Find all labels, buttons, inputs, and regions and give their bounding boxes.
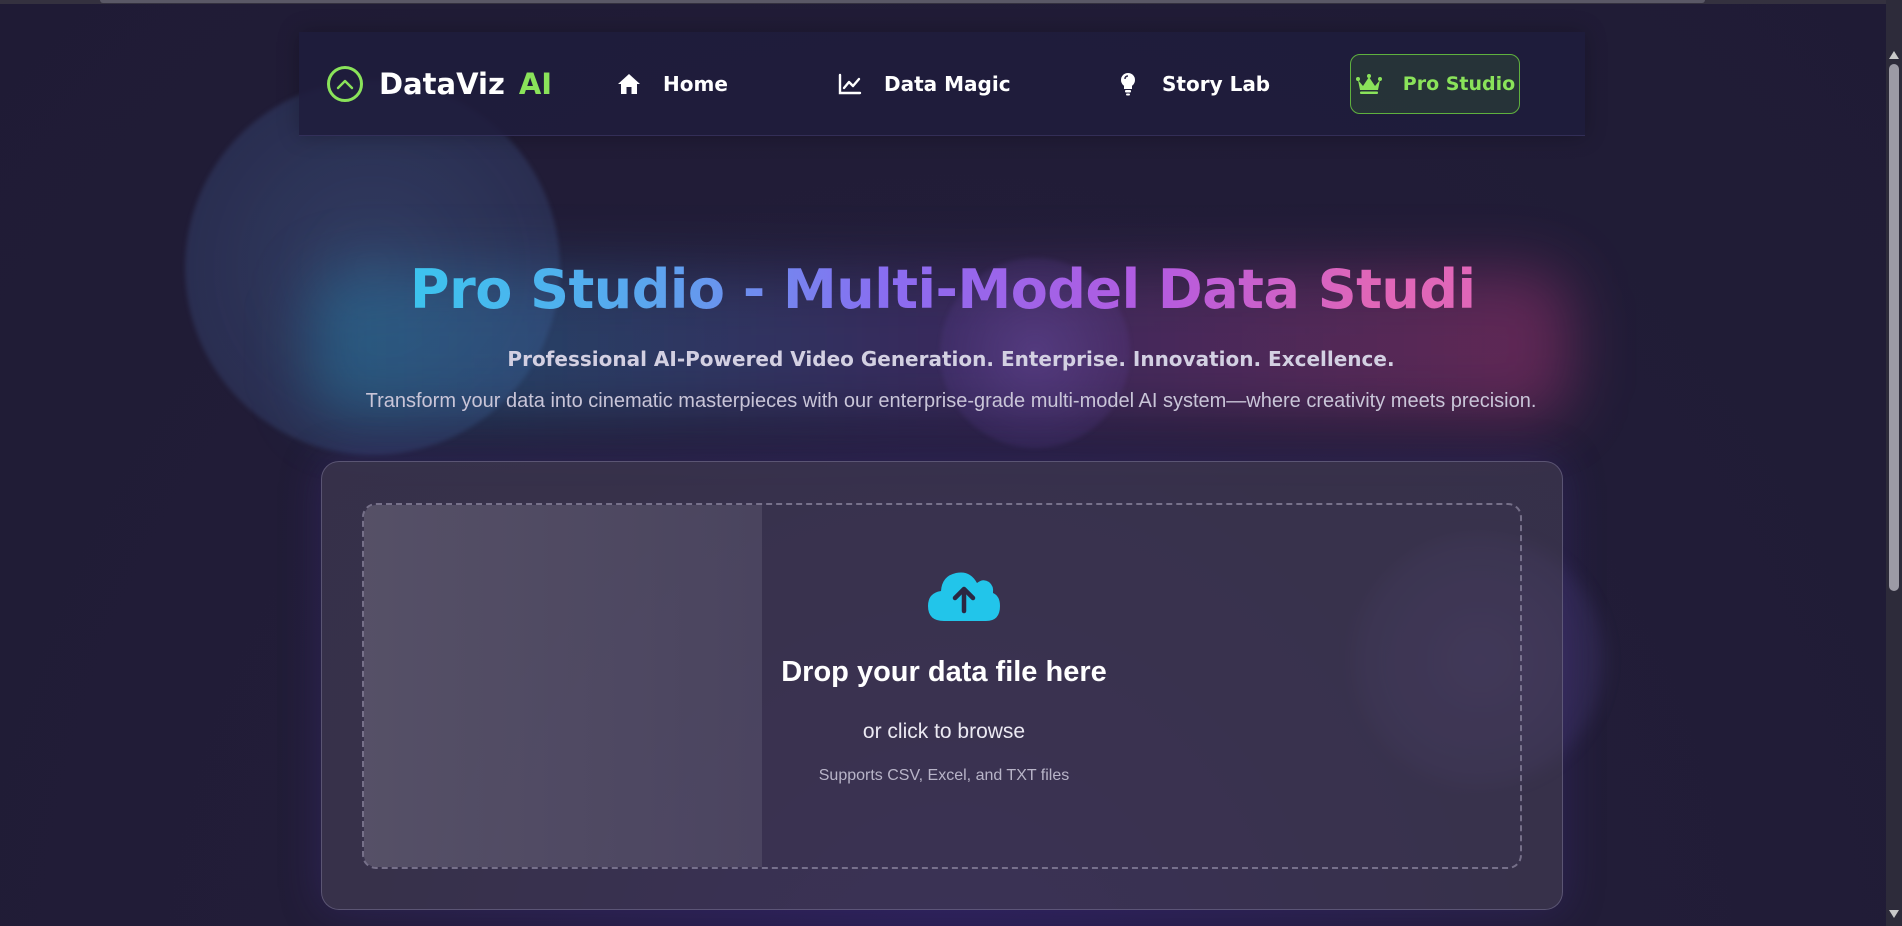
- page-scrollbar[interactable]: [1886, 0, 1902, 926]
- nav-story-lab[interactable]: Story Lab: [1114, 64, 1270, 104]
- nav-data-magic-label: Data Magic: [884, 72, 1011, 96]
- browser-tab-edge: [100, 0, 1705, 3]
- chevron-up-circle-icon: [327, 66, 363, 102]
- dropzone-browse-text[interactable]: or click to browse: [364, 720, 1520, 744]
- scroll-thumb[interactable]: [1889, 64, 1899, 591]
- brand-logo[interactable]: DataViz AI: [327, 64, 552, 104]
- cloud-upload-icon: [926, 566, 1002, 624]
- pro-studio-label: Pro Studio: [1402, 73, 1516, 95]
- chart-line-icon: [836, 70, 864, 98]
- home-icon: [615, 70, 643, 98]
- browser-top-strip: [0, 0, 1902, 4]
- hero-tagline: Transform your data into cinematic maste…: [365, 390, 1537, 412]
- scroll-down-arrow-icon[interactable]: [1889, 910, 1899, 918]
- page: DataViz AI Home Data Magic Story Lab Pro…: [0, 0, 1902, 926]
- scroll-up-arrow-icon[interactable]: [1889, 51, 1899, 59]
- dropzone-supported-formats: Supports CSV, Excel, and TXT files: [818, 767, 1070, 784]
- nav-home-label: Home: [663, 72, 728, 96]
- pro-studio-button[interactable]: Pro Studio: [1350, 54, 1520, 114]
- nav-home[interactable]: Home: [615, 64, 728, 104]
- nav-story-lab-label: Story Lab: [1162, 72, 1271, 96]
- navbar: DataViz AI Home Data Magic Story Lab Pro…: [299, 32, 1585, 136]
- hero-subtitle: Professional AI-Powered Video Generation…: [507, 347, 1395, 371]
- file-dropzone[interactable]: Drop your data file here or click to bro…: [362, 503, 1522, 869]
- crown-icon: [1355, 73, 1383, 95]
- upload-card: Drop your data file here or click to bro…: [321, 461, 1563, 910]
- brand-accent: AI: [518, 67, 553, 101]
- hero-title-wrap: Pro Studio - Multi-Model Data Studio: [410, 258, 1513, 328]
- brand-name: DataViz: [379, 67, 505, 101]
- dropzone-title: Drop your data file here: [781, 656, 1107, 688]
- lightbulb-icon: [1114, 70, 1142, 98]
- hero-title: Pro Studio - Multi-Model Data Studio: [410, 258, 1513, 321]
- nav-data-magic[interactable]: Data Magic: [836, 64, 1011, 104]
